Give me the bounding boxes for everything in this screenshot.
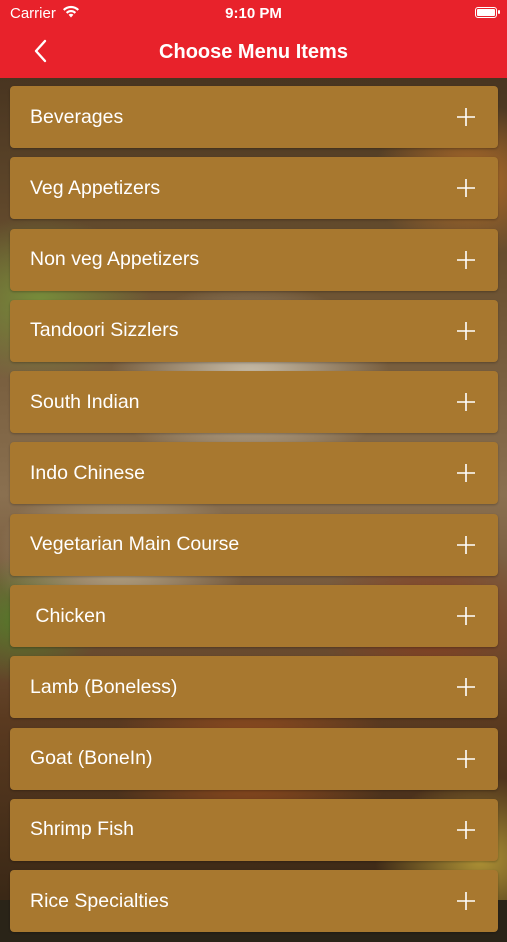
menu-item-label: Veg Appetizers [30,176,161,199]
menu-item-label: Vegetarian Main Course [30,533,240,556]
menu-item-label: Rice Specialties [30,889,169,912]
navigation-bar: Choose Menu Items [0,28,507,78]
menu-item-label: Tandoori Sizzlers [30,319,179,342]
menu-item-vegetarian-main-course[interactable]: Vegetarian Main Course [10,513,498,576]
plus-icon[interactable] [456,606,476,626]
plus-icon[interactable] [456,677,476,697]
menu-item-lamb-boneless[interactable]: Lamb (Boneless) [10,656,498,719]
menu-item-label: Indo Chinese [30,461,145,484]
plus-icon[interactable] [456,749,476,769]
plus-icon[interactable] [456,535,476,555]
status-time: 9:10 PM [225,5,282,22]
plus-icon[interactable] [456,820,476,840]
menu-item-veg-appetizers[interactable]: Veg Appetizers [10,157,498,220]
menu-item-label: Goat (BoneIn) [30,747,153,770]
menu-item-shrimp-fish[interactable]: Shrimp Fish [10,798,498,861]
menu-item-tandoori-sizzlers[interactable]: Tandoori Sizzlers [10,299,498,362]
menu-item-label: Lamb (Boneless) [30,675,178,698]
plus-icon[interactable] [456,321,476,341]
plus-icon[interactable] [456,463,476,483]
menu-item-chicken[interactable]: Chicken [10,585,498,648]
menu-item-label: Non veg Appetizers [30,248,200,271]
plus-icon[interactable] [456,250,476,270]
menu-item-south-indian[interactable]: South Indian [10,371,498,434]
menu-category-list: Beverages Veg Appetizers Non veg Appetiz… [10,86,498,942]
plus-icon[interactable] [456,891,476,911]
plus-icon[interactable] [456,178,476,198]
plus-icon[interactable] [456,107,476,127]
menu-item-indo-chinese[interactable]: Indo Chinese [10,442,498,505]
menu-item-label: South Indian [30,390,140,413]
menu-item-goat-bonein[interactable]: Goat (BoneIn) [10,727,498,790]
menu-item-label: Shrimp Fish [30,818,135,841]
page-title: Choose Menu Items [159,41,348,63]
plus-icon[interactable] [456,392,476,412]
battery-icon [475,7,500,18]
menu-item-beverages[interactable]: Beverages [10,86,498,148]
menu-item-non-veg-appetizers[interactable]: Non veg Appetizers [10,228,498,291]
menu-item-label: Chicken [30,604,106,627]
menu-item-rice-specialties[interactable]: Rice Specialties [10,870,498,933]
status-bar: Carrier 9:10 PM [0,0,507,28]
menu-item-label: Beverages [30,105,124,128]
